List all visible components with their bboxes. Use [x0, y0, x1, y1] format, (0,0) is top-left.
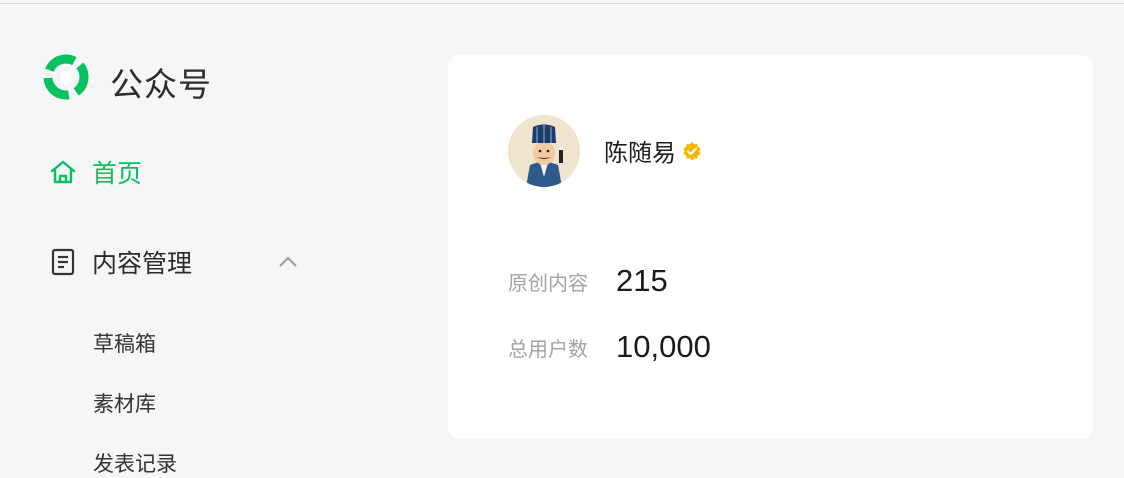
stat-label: 原创内容 — [508, 270, 588, 295]
document-icon — [51, 248, 75, 276]
account-name-row: 陈随易 — [604, 133, 702, 168]
account-overview-card: 陈随易 原创内容 215 总用户数 10,000 — [448, 55, 1093, 439]
chevron-up-icon[interactable] — [276, 250, 300, 274]
avatar[interactable] — [508, 115, 580, 187]
stat-value: 215 — [616, 263, 668, 298]
wechat-official-logo-icon — [43, 54, 89, 100]
sidebar-subitem-material-library[interactable]: 素材库 — [93, 388, 156, 418]
sidebar-subitem-drafts[interactable]: 草稿箱 — [93, 328, 156, 358]
sidebar-subitem-publish-records[interactable]: 发表记录 — [93, 448, 177, 478]
account-name: 陈随易 — [604, 139, 676, 167]
stat-total-users: 总用户数 10,000 — [508, 329, 711, 365]
brand-title: 公众号 — [110, 65, 212, 104]
sidebar-item-home[interactable]: 首页 — [48, 152, 142, 192]
stat-value: 10,000 — [616, 329, 711, 364]
avatar-illustration — [508, 115, 580, 187]
verified-badge-icon — [683, 141, 701, 160]
sidebar-item-content-management[interactable]: 内容管理 — [50, 242, 302, 282]
sidebar-item-label: 内容管理 — [92, 249, 193, 278]
stat-original-content: 原创内容 215 — [508, 263, 668, 299]
home-icon — [50, 160, 76, 184]
stat-label: 总用户数 — [508, 336, 588, 361]
top-divider — [0, 3, 1124, 4]
sidebar-item-label: 首页 — [92, 159, 143, 188]
